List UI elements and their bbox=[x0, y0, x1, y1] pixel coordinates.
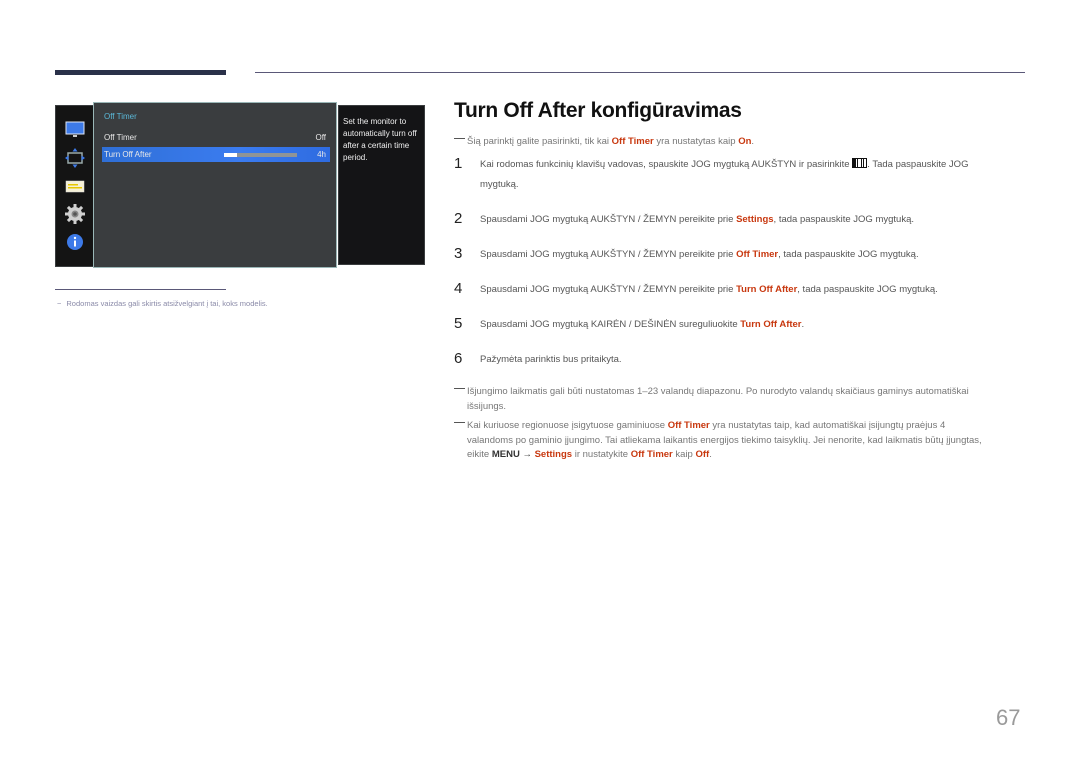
step-text: Spausdami JOG mygtuką AUKŠTYN / ŽEMYN pe… bbox=[480, 249, 737, 260]
step-text: . Tada paspauskite JOG bbox=[867, 159, 969, 170]
highlight-turn-off-after: Turn Off After bbox=[740, 319, 802, 330]
step-text: , tada paspauskite JOG mygtuką. bbox=[773, 214, 915, 225]
note-text: kaip bbox=[672, 449, 696, 460]
note-text: Išjungimo laikmatis gali būti nustatomas… bbox=[467, 386, 969, 397]
menu-grid-icon bbox=[852, 158, 868, 168]
osd-description-text: Set the monitor to automatically turn of… bbox=[343, 117, 417, 162]
highlight-settings: Settings bbox=[534, 449, 573, 460]
note-text: ir nustatykite bbox=[572, 449, 631, 460]
step-text: , tada paspauskite JOG mygtuką. bbox=[778, 249, 919, 260]
osd-row-value: 4h bbox=[317, 150, 326, 159]
highlight-off-timer: Off Timer bbox=[611, 136, 654, 147]
position-icon bbox=[65, 148, 85, 168]
osd-icon-sidebar bbox=[55, 105, 95, 267]
footnote-dash: − bbox=[57, 299, 62, 308]
note-text: išsijungs. bbox=[467, 400, 507, 412]
note-text: Šią parinktį galite pasirinkti, tik kai bbox=[467, 136, 612, 147]
step-text: Spausdami JOG mygtuką AUKŠTYN / ŽEMYN pe… bbox=[480, 214, 737, 225]
step-text: Kai rodomas funkcinių klavišų vadovas, s… bbox=[480, 159, 853, 170]
step-text: Spausdami JOG mygtuką AUKŠTYN / ŽEMYN pe… bbox=[480, 284, 737, 295]
note-text: . bbox=[709, 449, 712, 460]
arrow-icon: → bbox=[519, 449, 535, 460]
highlight-off-timer: Off Timer bbox=[630, 449, 673, 460]
note-text: valandoms po gaminio įjungimo. Tai atlie… bbox=[467, 434, 982, 446]
footnote-rule bbox=[55, 289, 226, 290]
turn-off-after-slider[interactable] bbox=[224, 153, 297, 157]
step-text: , tada paspauskite JOG mygtuką. bbox=[797, 284, 938, 295]
footnote-text: Rodomas vaizdas gali skirtis atsižvelgia… bbox=[66, 299, 268, 308]
slider-fill bbox=[224, 153, 238, 157]
step-text: . bbox=[801, 319, 805, 330]
note-text: yra nustatytas kaip bbox=[653, 136, 739, 147]
settings-gear-icon bbox=[65, 204, 85, 224]
step-text: Spausdami JOG mygtuką KAIRĖN / DEŠINĖN s… bbox=[480, 319, 741, 330]
osd-menu-panel: Off Timer Off Timer Off Turn Off After 4… bbox=[93, 102, 337, 268]
note-text: . bbox=[751, 136, 755, 147]
picture-icon bbox=[65, 180, 85, 193]
highlight-settings: Settings bbox=[736, 214, 774, 225]
step-number: 5 bbox=[454, 315, 463, 332]
info-icon bbox=[67, 234, 83, 250]
note-text: Kai kuriuose regionuose įsigytuose gamin… bbox=[467, 420, 668, 431]
osd-description-panel: Set the monitor to automatically turn of… bbox=[338, 105, 425, 265]
osd-row-value: Off bbox=[315, 133, 326, 142]
note-regions: Kai kuriuose regionuose įsigytuose gamin… bbox=[454, 419, 1029, 463]
step-text: Pažymėta parinktis bus pritaikyta. bbox=[480, 354, 622, 365]
menu-label: MENU bbox=[491, 449, 520, 460]
osd-row-turn-off-after[interactable]: Turn Off After 4h bbox=[102, 147, 330, 162]
step-text: mygtuką. bbox=[480, 179, 519, 190]
note-text: eikite bbox=[467, 449, 492, 460]
step-number: 3 bbox=[454, 245, 463, 262]
note-dash-icon bbox=[454, 137, 465, 139]
osd-menu-title: Off Timer bbox=[104, 112, 137, 121]
monitor-icon bbox=[65, 121, 85, 137]
intro-note: Šią parinktį galite pasirinkti, tik kai … bbox=[454, 135, 1029, 150]
osd-row-off-timer[interactable]: Off Timer Off bbox=[102, 130, 330, 145]
highlight-turn-off-after: Turn Off After bbox=[736, 284, 798, 295]
note-text: yra nustatytas taip, kad automatiškai įs… bbox=[709, 420, 946, 431]
note-dash-icon bbox=[454, 387, 465, 389]
page-number: 67 bbox=[996, 705, 1021, 730]
page-title: Turn Off After konfigūravimas bbox=[454, 99, 742, 122]
step-number: 1 bbox=[454, 155, 463, 172]
osd-row-label: Turn Off After bbox=[104, 150, 152, 159]
step-number: 4 bbox=[454, 280, 463, 297]
note-line-3: eikite MENU → Settings ir nustatykite Of… bbox=[454, 448, 1029, 463]
header-rule bbox=[255, 72, 1025, 73]
highlight-on: On bbox=[738, 136, 752, 147]
osd-screenshot: Off Timer Off Timer Off Turn Off After 4… bbox=[55, 102, 425, 268]
note-range: Išjungimo laikmatis gali būti nustatomas… bbox=[454, 385, 1029, 414]
step-number: 2 bbox=[454, 210, 463, 227]
highlight-off: Off bbox=[695, 449, 710, 460]
step-number: 6 bbox=[454, 350, 463, 367]
note-dash-icon bbox=[454, 421, 465, 423]
highlight-off-timer: Off Timer bbox=[667, 420, 710, 431]
highlight-off-timer: Off Timer bbox=[736, 249, 779, 260]
footnote: − Rodomas vaizdas gali skirtis atsižvelgi… bbox=[57, 299, 268, 308]
osd-row-label: Off Timer bbox=[104, 133, 137, 142]
header-bar bbox=[55, 70, 226, 75]
